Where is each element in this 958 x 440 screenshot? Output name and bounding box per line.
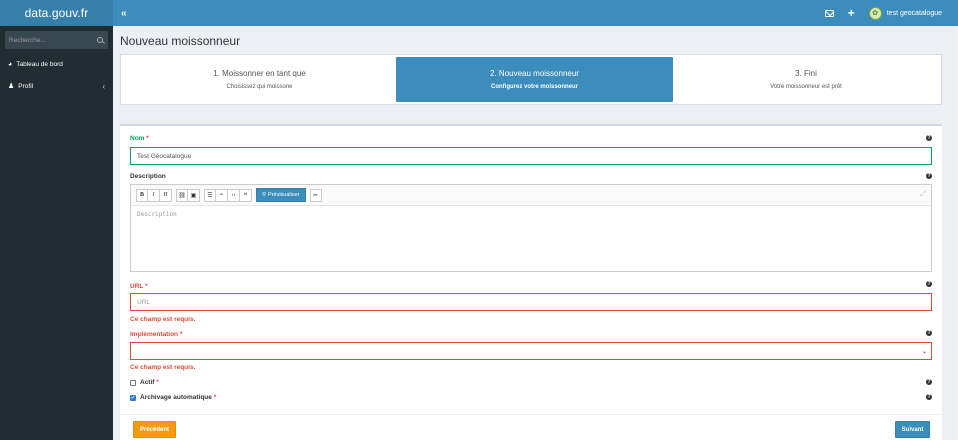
- scissors-icon[interactable]: ✂: [309, 188, 322, 202]
- step-title: 1. Moissonner en tant que: [213, 69, 306, 78]
- sidebar-item-profile[interactable]: ♟ Profil ‹: [0, 75, 113, 97]
- dashboard-icon: ◕: [8, 60, 13, 68]
- step-title: 2. Nouveau moissonneur: [490, 69, 579, 78]
- code-icon[interactable]: ‹›: [228, 188, 240, 202]
- search-icon[interactable]: [97, 37, 103, 43]
- actif-checkbox-row[interactable]: Actif *: [130, 379, 159, 386]
- url-field[interactable]: [130, 293, 932, 311]
- help-icon[interactable]: ?: [926, 135, 932, 141]
- markdown-editor: B I H ⛓ ▣ ☰ ≡ ‹› ❝ ⚲ Prévisualiser ✂ ⤢ D…: [130, 184, 932, 272]
- unordered-list-icon[interactable]: ☰: [204, 188, 216, 202]
- description-textarea[interactable]: [131, 206, 931, 271]
- search-icon: ⚲: [262, 192, 267, 198]
- ordered-list-icon[interactable]: ≡: [216, 188, 228, 202]
- step-subtitle: Configurez votre moissonneur: [490, 84, 578, 90]
- italic-button[interactable]: I: [148, 188, 160, 202]
- mail-icon[interactable]: [824, 9, 834, 17]
- main-content: Nouveau moissonneur 1. Moissonner en tan…: [113, 26, 958, 440]
- implementation-select[interactable]: ⌄: [130, 342, 932, 360]
- url-error: Ce champ est requis.: [130, 316, 196, 323]
- step-subtitle: Votre moissonneur est prêt: [770, 84, 842, 90]
- step-subtitle: Choisissez qui moissone: [226, 84, 293, 90]
- quote-icon[interactable]: ❝: [240, 188, 252, 202]
- help-icon[interactable]: ?: [926, 379, 932, 385]
- avatar: ✿: [868, 6, 882, 20]
- navbar: « + ✿ test geocatalogue: [113, 0, 958, 26]
- actif-checkbox[interactable]: [130, 379, 136, 386]
- wizard-step-1[interactable]: 1. Moissonner en tant que Choisissez qui…: [123, 57, 396, 102]
- next-button[interactable]: Suivant: [895, 421, 930, 438]
- link-icon[interactable]: ⛓: [176, 188, 188, 202]
- sidebar-search: [5, 31, 108, 49]
- user-name: test geocatalogue: [886, 9, 942, 17]
- url-label: URL *: [130, 283, 148, 290]
- bold-button[interactable]: B: [136, 188, 148, 202]
- archive-checkbox[interactable]: ✓: [130, 394, 136, 401]
- help-icon[interactable]: ?: [926, 281, 932, 287]
- heading-button[interactable]: H: [160, 188, 172, 202]
- previous-button[interactable]: Précédent: [133, 421, 176, 438]
- image-icon[interactable]: ▣: [188, 188, 200, 202]
- harvester-form: Nom * ? Description ? B I H ⛓ ▣ ☰ ≡: [120, 124, 942, 440]
- navbar-actions: + ✿ test geocatalogue: [824, 6, 942, 20]
- wizard-step-2[interactable]: 2. Nouveau moissonneur Configurez votre …: [396, 57, 673, 102]
- wizard-step-3[interactable]: 3. Fini Votre moissonneur est prêt: [673, 57, 939, 102]
- name-field[interactable]: [130, 147, 932, 165]
- top-header: data.gouv.fr « + ✿ test geocatalogue: [0, 0, 958, 26]
- preview-button[interactable]: ⚲ Prévisualiser: [256, 188, 306, 202]
- implementation-error: Ce champ est requis.: [130, 364, 196, 371]
- plus-icon[interactable]: +: [848, 7, 855, 19]
- editor-toolbar: B I H ⛓ ▣ ☰ ≡ ‹› ❝ ⚲ Prévisualiser ✂ ⤢: [131, 185, 931, 206]
- search-input[interactable]: [9, 36, 79, 44]
- fullscreen-icon[interactable]: ⤢: [920, 191, 926, 199]
- brand-logo[interactable]: data.gouv.fr: [0, 0, 113, 26]
- chevron-down-icon: ⌄: [921, 348, 927, 355]
- archive-label: Archivage automatique *: [140, 394, 217, 401]
- sidebar-item-dashboard[interactable]: ◕ Tableau de bord: [0, 53, 113, 75]
- sidebar-item-label: Profil: [18, 82, 34, 90]
- page-title: Nouveau moissonneur: [120, 34, 241, 48]
- help-icon[interactable]: ?: [926, 173, 932, 179]
- user-icon: ♟: [8, 83, 15, 90]
- sidebar: ◕ Tableau de bord ♟ Profil ‹: [0, 26, 113, 440]
- sidebar-item-label: Tableau de bord: [16, 60, 63, 68]
- wizard-steps: 1. Moissonner en tant que Choisissez qui…: [120, 54, 942, 105]
- implementation-label: Implémentation *: [130, 331, 183, 338]
- help-icon[interactable]: ?: [926, 330, 932, 336]
- help-icon[interactable]: ?: [926, 394, 932, 400]
- step-title: 3. Fini: [795, 69, 817, 78]
- form-footer-divider: [120, 414, 942, 415]
- sidebar-toggle-icon[interactable]: «: [121, 8, 127, 19]
- name-label: Nom *: [130, 135, 149, 142]
- actif-label: Actif *: [140, 379, 159, 386]
- user-menu[interactable]: ✿ test geocatalogue: [868, 6, 942, 20]
- description-label: Description: [130, 173, 166, 180]
- chevron-left-icon: ‹: [102, 81, 105, 91]
- archive-checkbox-row[interactable]: ✓ Archivage automatique *: [130, 394, 216, 401]
